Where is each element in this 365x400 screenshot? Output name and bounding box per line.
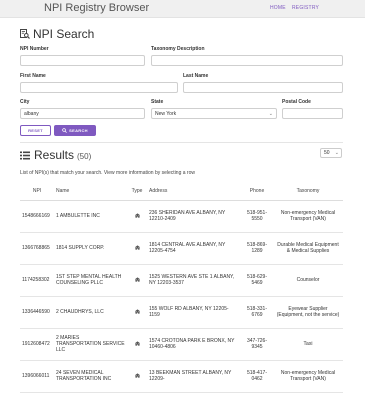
column-header-phone[interactable]: Phone: [241, 182, 273, 201]
state-label: State: [151, 99, 164, 105]
building-icon: [134, 276, 140, 282]
cell-address: 1574 CROTONA PARK E BRONX, NY 10460-4806: [147, 328, 241, 361]
list-icon: [20, 151, 30, 159]
column-header-name[interactable]: Name: [54, 182, 127, 201]
cell-type: [127, 360, 147, 393]
table-row[interactable]: 1366768865 1814 SUPPLY CORP. 1814 CENTRAL …: [20, 232, 343, 265]
city-label: City: [20, 99, 30, 105]
first-name-input[interactable]: [20, 82, 178, 93]
table-row[interactable]: 1396066011 24 SEVEN MEDICAL TRANSPORTATIO…: [20, 360, 343, 393]
last-name-input[interactable]: [183, 82, 343, 93]
results-table: NPI Name Type Address Phone Taxonomy 154…: [20, 182, 343, 393]
results-description: List of NPI(s) that match your search. V…: [20, 170, 195, 176]
cell-npi: 1912608472: [20, 328, 54, 361]
taxonomy-input[interactable]: [151, 55, 343, 66]
results-header: Results (50): [20, 148, 91, 162]
cell-phone: 518-417-0462: [241, 360, 273, 393]
app-brand[interactable]: NPI Registry Browser: [44, 2, 149, 14]
npi-number-label: NPI Number: [20, 46, 49, 52]
building-icon: [134, 308, 140, 314]
taxonomy-label: Taxonomy Description: [151, 46, 205, 52]
reset-button-label: RESET: [28, 128, 43, 133]
cell-phone: 518-331-6769: [241, 296, 273, 329]
table-row[interactable]: 1174258302 1ST STEP MENTAL HEALTH COUNSEL…: [20, 264, 343, 297]
table-header-row: NPI Name Type Address Phone Taxonomy: [20, 182, 343, 201]
cell-name: 1ST STEP MENTAL HEALTH COUNSELING PLLC: [54, 264, 127, 297]
navbar: NPI Registry Browser HOME REGISTRY: [0, 0, 365, 18]
search-button[interactable]: SEARCH: [54, 125, 96, 136]
cell-address: 155 WOLF RD ALBANY, NY 12205-1159: [147, 296, 241, 329]
table-row[interactable]: 1336446590 2 CHAUDHRYS, LLC 155 WOLF RD AL…: [20, 296, 343, 329]
column-header-type[interactable]: Type: [127, 182, 147, 201]
search-button-label: SEARCH: [69, 128, 88, 133]
cell-taxonomy: Non-emergency Medical Transport (VAN): [273, 360, 343, 393]
cell-phone: 347-726-9345: [241, 328, 273, 361]
city-input[interactable]: albany: [20, 108, 145, 119]
cell-taxonomy: Counselor: [273, 264, 343, 297]
state-select[interactable]: New York ⌄: [151, 108, 277, 119]
cell-name: 2 CHAUDHRYS, LLC: [54, 296, 127, 329]
cell-taxonomy: Non-emergency Medical Transport (VAN): [273, 200, 343, 233]
search-title: NPI Search: [33, 27, 95, 41]
building-icon: [134, 340, 140, 346]
cell-type: [127, 232, 147, 265]
magnifier-document-icon: [20, 29, 30, 39]
cell-phone: 518-951-5550: [241, 200, 273, 233]
results-title: Results: [34, 148, 75, 162]
cell-address: 1814 CENTRAL AVE ALBANY, NY 12205-4754: [147, 232, 241, 265]
cell-npi: 1366768865: [20, 232, 54, 265]
cell-npi: 1336446590: [20, 296, 54, 329]
cell-name: 1814 SUPPLY CORP.: [54, 232, 127, 265]
first-name-label: First Name: [20, 73, 46, 79]
column-header-address[interactable]: Address: [147, 182, 241, 201]
last-name-label: Last Name: [183, 73, 209, 79]
cell-name: 1 AMBULETTE INC: [54, 200, 127, 233]
cell-type: [127, 328, 147, 361]
npi-number-input[interactable]: [20, 55, 145, 66]
cell-address: 13 BEEKMAN STREET ALBANY, NY 12209-: [147, 360, 241, 393]
cell-type: [127, 296, 147, 329]
results-count: (50): [77, 152, 92, 161]
cell-taxonomy: Taxi: [273, 328, 343, 361]
cell-type: [127, 264, 147, 297]
cell-name: 2 MARIES TRANSPORTATION SERVICE LLC: [54, 328, 127, 361]
cell-address: 236 SHERIDAN AVE ALBANY, NY 12210-2409: [147, 200, 241, 233]
cell-npi: 1396066011: [20, 360, 54, 393]
column-header-taxonomy[interactable]: Taxonomy: [273, 182, 343, 201]
cell-name: 24 SEVEN MEDICAL TRANSPORTATION INC: [54, 360, 127, 393]
cell-taxonomy: Eyewear Supplier (Equipment, not the ser…: [273, 296, 343, 329]
cell-type: [127, 200, 147, 233]
search-header: NPI Search: [20, 26, 94, 42]
cell-phone: 518-869-1289: [241, 232, 273, 265]
cell-taxonomy: Durable Medical Equipment & Medical Supp…: [273, 232, 343, 265]
page-size-select[interactable]: 50 ⌄: [320, 148, 342, 158]
building-icon: [134, 372, 140, 378]
state-selected-value: New York: [155, 111, 177, 117]
divider: [20, 142, 343, 143]
cell-npi: 1174258302: [20, 264, 54, 297]
chevron-down-icon: ⌄: [268, 111, 273, 117]
postal-code-input[interactable]: [282, 108, 343, 119]
cell-phone: 518-629-5469: [241, 264, 273, 297]
search-icon: [62, 128, 67, 133]
table-row[interactable]: 1548666169 1 AMBULETTE INC 236 SHERIDAN AV…: [20, 200, 343, 233]
column-header-npi[interactable]: NPI: [20, 182, 54, 201]
nav-home-link[interactable]: HOME: [270, 5, 286, 11]
table-row[interactable]: 1912608472 2 MARIES TRANSPORTATION SERVIC…: [20, 328, 343, 361]
cell-address: 1525 WESTERN AVE STE 1 ALBANY, NY 12203-…: [147, 264, 241, 297]
building-icon: [134, 244, 140, 250]
page-size-value: 50: [324, 150, 330, 156]
nav-registry-link[interactable]: REGISTRY: [292, 5, 319, 11]
postal-code-label: Postal Code: [282, 99, 311, 105]
chevron-down-icon: ⌄: [334, 150, 339, 156]
cell-npi: 1548666169: [20, 200, 54, 233]
building-icon: [134, 212, 140, 218]
reset-button[interactable]: RESET: [20, 125, 51, 136]
